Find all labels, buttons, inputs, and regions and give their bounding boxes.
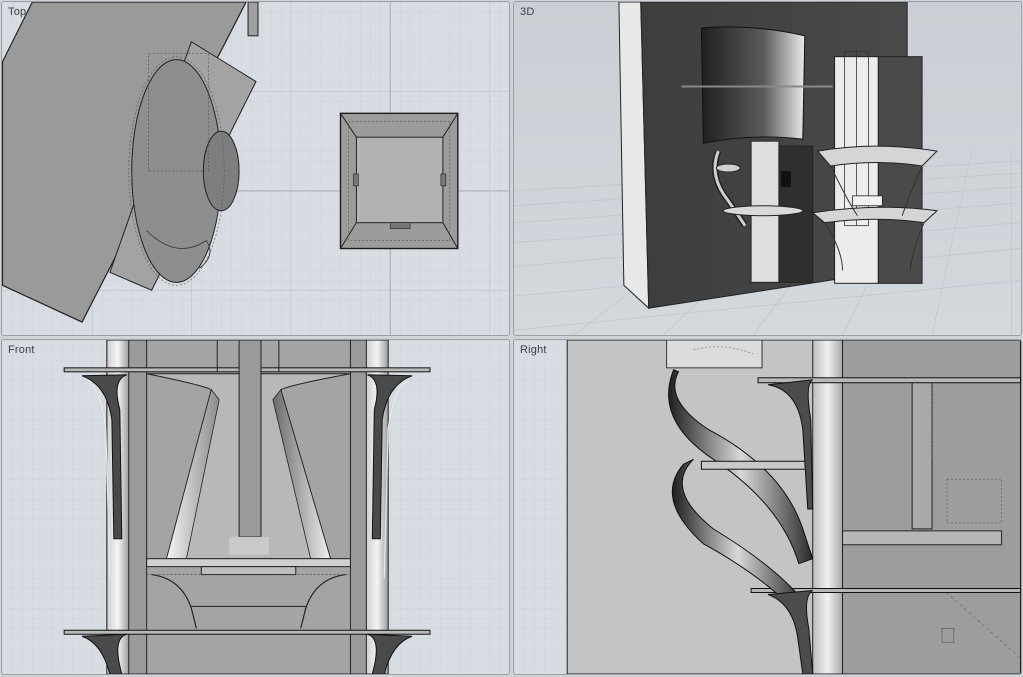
viewport-front[interactable]: Front (1, 339, 510, 675)
viewport-title-top[interactable]: Top (8, 6, 26, 18)
viewport-title-3d[interactable]: 3D (520, 6, 534, 18)
top-view-canvas[interactable] (2, 2, 509, 335)
top-tower-shape (339, 112, 459, 250)
viewport-title-front[interactable]: Front (8, 344, 35, 356)
viewport-title-right[interactable]: Right (520, 344, 547, 356)
viewport-perspective[interactable]: 3D (513, 1, 1022, 336)
front-tower-shape (63, 340, 431, 674)
viewport-right[interactable]: Right (513, 339, 1022, 675)
viewport-top[interactable]: Top (1, 1, 510, 336)
perspective-view-canvas[interactable] (514, 2, 1021, 335)
front-view-canvas[interactable] (2, 340, 509, 674)
right-view-canvas[interactable] (514, 340, 1021, 674)
